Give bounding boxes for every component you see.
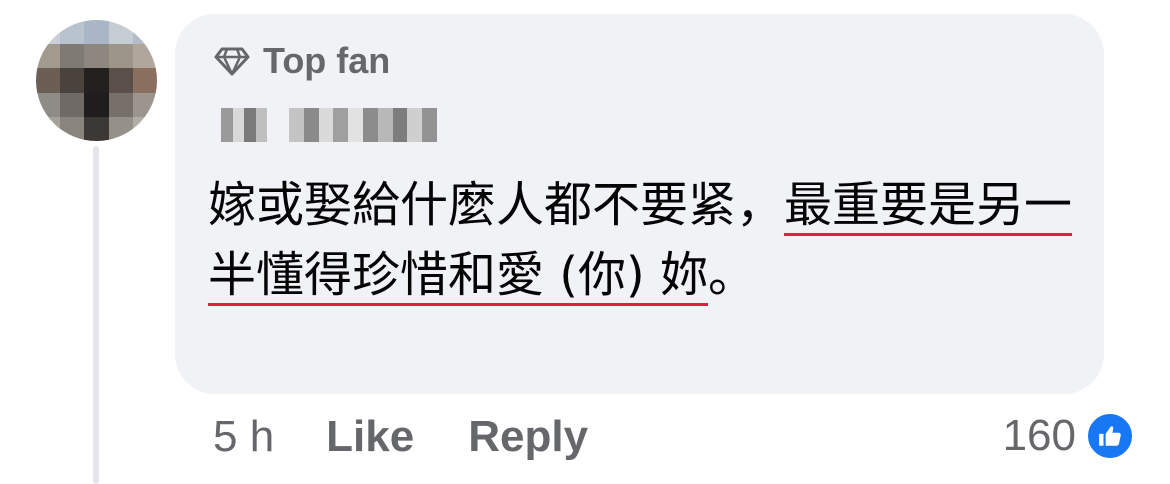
reaction-summary[interactable]: 160 bbox=[1003, 410, 1136, 462]
comment-text-plain: 嫁或娶給什麼人都不要紧， bbox=[208, 177, 785, 233]
blurred-name-part bbox=[221, 108, 267, 142]
timestamp[interactable]: 5 h bbox=[213, 412, 274, 462]
comment-text: 嫁或娶給什麼人都不要紧，最重要是另一半懂得珍惜和愛 (你) 妳。 bbox=[208, 170, 1078, 310]
avatar[interactable] bbox=[36, 20, 157, 141]
reply-button[interactable]: Reply bbox=[468, 412, 588, 462]
commenter-name[interactable] bbox=[221, 104, 437, 146]
comment-actions: 5 h Like Reply bbox=[213, 412, 642, 462]
top-fan-badge[interactable]: Top fan bbox=[213, 40, 390, 82]
comment-text-end: 。 bbox=[707, 247, 756, 303]
thread-line bbox=[93, 146, 99, 484]
badge-label: Top fan bbox=[263, 40, 391, 81]
thumbs-up-icon bbox=[1084, 410, 1136, 462]
diamond-icon bbox=[214, 47, 250, 76]
like-button[interactable]: Like bbox=[326, 412, 414, 462]
reaction-count: 160 bbox=[1002, 411, 1076, 460]
blurred-name-part bbox=[289, 108, 437, 142]
